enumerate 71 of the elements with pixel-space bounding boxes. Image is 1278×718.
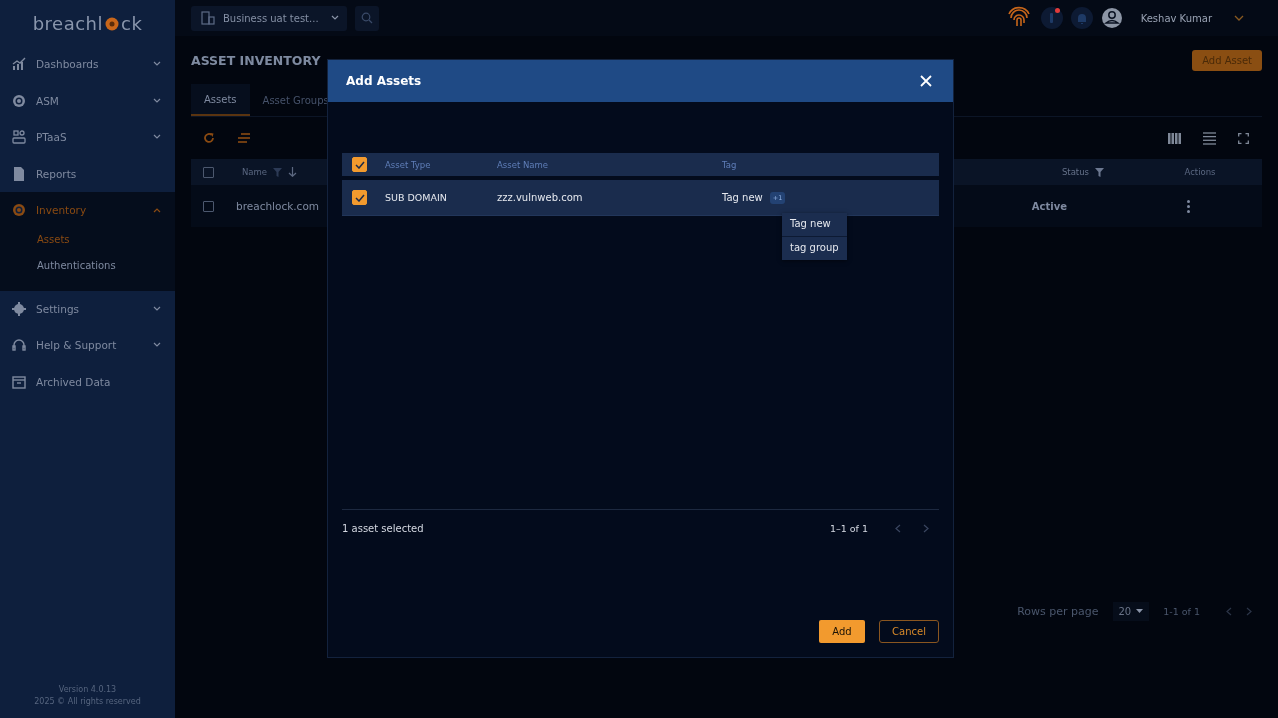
table-cell-text: zzz.vulnweb.com: [497, 192, 584, 203]
status-text: Active: [1031, 200, 1067, 212]
cancel-button[interactable]: Cancel: [879, 620, 939, 643]
search-icon: [361, 12, 373, 24]
copyright-text: 2025 © All rights reserved: [34, 697, 141, 706]
version-text: Version 4.0.13: [58, 685, 117, 694]
column-header: Tag: [722, 159, 737, 170]
select-all-checkbox[interactable]: [203, 166, 214, 178]
column-header: Actions: [1183, 167, 1217, 177]
headset-icon: [12, 338, 26, 353]
sidebar-item[interactable]: Archived Data: [0, 363, 175, 400]
columns-icon[interactable]: [1168, 132, 1181, 144]
sidebar-item[interactable]: Reports: [0, 155, 175, 192]
document-icon: [12, 166, 26, 181]
refresh-icon[interactable]: [203, 132, 215, 144]
settings-icon: [12, 301, 26, 316]
previous-page-icon[interactable]: [895, 523, 901, 533]
target-icon: [12, 203, 26, 218]
tooltip-tag: tag group: [782, 237, 847, 260]
bell-icon: [1075, 11, 1088, 25]
column-header[interactable]: Status: [1061, 167, 1089, 177]
caret-down-icon: [1136, 609, 1144, 613]
dialog-title: Add Assets: [346, 74, 422, 88]
sidebar-item[interactable]: Help & Support: [0, 327, 175, 364]
next-page-icon[interactable]: [923, 523, 929, 533]
rows-per-page-select[interactable]: 20: [1112, 601, 1150, 621]
chevron-down-icon[interactable]: [1234, 15, 1244, 21]
column-header: Asset Name: [497, 159, 549, 170]
table-cell: breachlock.com: [236, 200, 320, 212]
fullscreen-icon[interactable]: [1238, 132, 1249, 144]
search-button[interactable]: [355, 5, 379, 31]
select-all-checkbox[interactable]: [352, 157, 367, 172]
sidebar-subitem[interactable]: Authentications: [0, 254, 175, 281]
archive-icon: [12, 374, 26, 389]
sidebar-item[interactable]: Settings: [0, 290, 175, 327]
sidebar-item[interactable]: PTaaS: [0, 119, 175, 156]
table-cell-text: SUB DOMAIN: [385, 192, 448, 203]
column-header: Asset Type: [385, 159, 432, 170]
close-icon[interactable]: [920, 75, 932, 87]
brand-logo: breachl ck: [31, 11, 144, 36]
avatar-icon[interactable]: [1100, 7, 1123, 29]
sidebar-item[interactable]: ASM: [0, 82, 175, 119]
target-icon: [12, 93, 26, 108]
tag-text: Tag new: [722, 192, 763, 203]
more-options-icon[interactable]: [1187, 199, 1190, 213]
tooltip-tag: Tag new: [782, 213, 847, 237]
user-name[interactable]: Keshav Kumar: [1140, 12, 1212, 24]
exclamation-icon: [1050, 13, 1053, 23]
stack-icon: [12, 130, 26, 145]
sidebar-item[interactable]: Inventory: [0, 192, 175, 229]
filter-icon[interactable]: [1095, 167, 1104, 177]
rows-per-page-label: Rows per page: [1017, 604, 1099, 618]
filter-lines-icon[interactable]: [237, 133, 251, 143]
chevron-down-icon: [331, 15, 339, 21]
business-select[interactable]: Business uat test...: [191, 5, 347, 31]
page-title: ASSET INVENTORY: [191, 52, 322, 68]
selection-count: 1 asset selected: [342, 522, 424, 534]
tab[interactable]: Assets: [191, 84, 250, 116]
checkbox[interactable]: [352, 190, 367, 205]
page-range-text: 1-1 of 1: [1163, 605, 1200, 617]
sidebar-subitem[interactable]: Assets: [0, 228, 175, 255]
column-header[interactable]: Name: [242, 167, 268, 177]
chart-icon: [12, 57, 26, 72]
add-button[interactable]: Add: [819, 620, 865, 643]
density-icon[interactable]: [1203, 131, 1216, 145]
alert-button[interactable]: [1040, 7, 1063, 29]
sort-down-icon[interactable]: [288, 167, 298, 177]
page-range-text: 1–1 of 1: [829, 522, 868, 534]
checkbox[interactable]: [203, 200, 214, 212]
building-icon: [201, 11, 215, 25]
sidebar-item[interactable]: Dashboards: [0, 46, 175, 83]
